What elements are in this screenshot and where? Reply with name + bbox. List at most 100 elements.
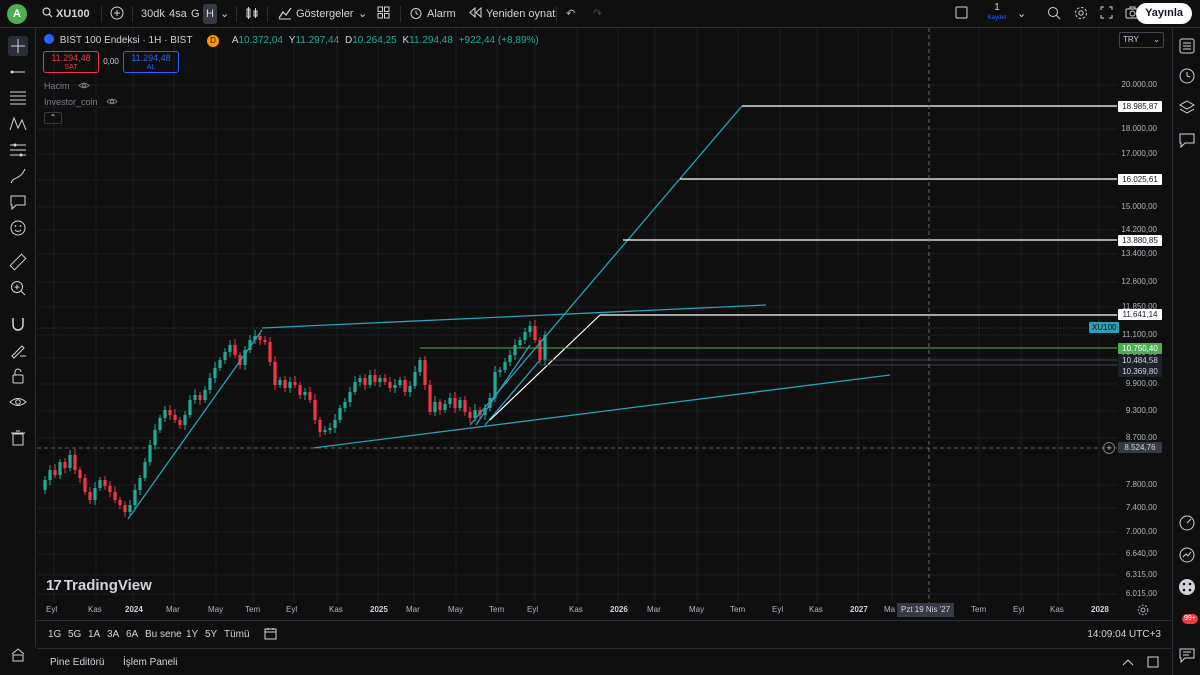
pattern-icon[interactable] (8, 114, 28, 134)
candle-body (143, 462, 147, 478)
quick-search-button[interactable] (1047, 4, 1061, 24)
indicators-dropdown[interactable]: ⌄ (358, 4, 367, 24)
chat-icon[interactable] (1178, 131, 1196, 149)
tab-pine-editor[interactable]: Pine Editörü (50, 657, 104, 668)
replay-button[interactable]: Yeniden oynat (469, 4, 555, 24)
open-value: 10.372,04 (238, 35, 283, 46)
range-5y[interactable]: 5Y (205, 629, 217, 640)
time-tick-label: 2027 (850, 605, 868, 614)
timeframe-4h[interactable]: 4sa (169, 4, 187, 24)
range-1y[interactable]: 1Y (186, 629, 198, 640)
redo-button[interactable]: ↷ (593, 4, 602, 24)
candle-body (73, 455, 77, 470)
eye-icon[interactable] (8, 392, 28, 412)
redo-icon: ↷ (593, 8, 603, 20)
user-avatar[interactable]: A (7, 4, 27, 24)
trend-line-icon[interactable] (8, 62, 28, 82)
layout-select-button[interactable] (955, 4, 968, 24)
undo-button[interactable]: ↶ (566, 4, 575, 24)
publish-button[interactable]: Yayınla (1136, 3, 1192, 24)
text-note-icon[interactable] (8, 192, 28, 212)
candle-body (338, 408, 342, 420)
tab-trading-panel[interactable]: İşlem Paneli (123, 657, 177, 668)
layers-icon[interactable] (1178, 99, 1196, 117)
range-3m[interactable]: 3A (107, 629, 119, 640)
add-alert-plus-icon[interactable]: + (1103, 442, 1115, 454)
chevron-down-icon: ⌄ (220, 8, 230, 20)
lock-icon[interactable] (8, 366, 28, 386)
candle-body (328, 428, 332, 430)
range-ytd[interactable]: Bu sene (145, 629, 182, 640)
apps-grid-icon[interactable] (1178, 578, 1196, 596)
time-tick-label: 2024 (125, 605, 143, 614)
trend-line[interactable] (475, 344, 531, 426)
range-6m[interactable]: 6A (126, 629, 138, 640)
brush-icon[interactable] (8, 166, 28, 186)
crosshair-icon[interactable] (8, 36, 28, 56)
trend-line[interactable] (484, 359, 541, 426)
fullscreen-icon (1100, 6, 1113, 19)
sell-button[interactable]: 11.294,48 SAT (43, 51, 99, 73)
change-value: +922,44 (+8,89%) (458, 35, 539, 46)
candle-body (418, 360, 422, 372)
fib-lines-icon[interactable] (8, 88, 28, 108)
range-all[interactable]: Tümü (224, 629, 250, 640)
clock-timezone[interactable]: 14:09:04 UTC+3 (1087, 629, 1161, 640)
help-icon[interactable] (1178, 646, 1196, 664)
time-tick-label: Tem (971, 605, 987, 614)
candle-body (353, 382, 357, 392)
price-tick-label: 9.900,00 (1125, 379, 1157, 388)
currency-select[interactable]: TRY ⌄ (1119, 32, 1164, 48)
candle-body (63, 462, 67, 468)
magnet-icon[interactable] (8, 314, 28, 334)
date-range-icon[interactable] (264, 627, 277, 640)
settings-button[interactable] (1074, 4, 1088, 24)
price-tick-label: 13.400,00 (1121, 249, 1157, 258)
indicator-investor-coin[interactable]: Investor_coin (44, 97, 118, 107)
forecast-icon[interactable] (8, 140, 28, 160)
indicators-button[interactable]: Göstergeler (278, 4, 353, 24)
compare-symbol-button[interactable] (110, 4, 124, 24)
eye-off-icon[interactable] (106, 97, 118, 106)
buy-button[interactable]: 11.294,48 AL (123, 51, 179, 73)
range-1d[interactable]: 1G (48, 629, 61, 640)
emoji-icon[interactable] (8, 218, 28, 238)
candle-body (173, 415, 177, 420)
eye-off-icon[interactable] (78, 81, 90, 90)
zoom-in-icon[interactable] (8, 278, 28, 298)
trash-icon[interactable] (8, 428, 28, 448)
save-layout-button[interactable]: 1 Kaydet (984, 3, 1010, 23)
candle-body (268, 342, 272, 362)
channel-upper-line[interactable] (261, 304, 767, 329)
ruler-icon[interactable] (8, 252, 28, 272)
layout-dropdown[interactable]: ⌄ (1017, 4, 1026, 24)
range-5d[interactable]: 5G (68, 629, 81, 640)
hotlist-icon[interactable] (1178, 546, 1196, 564)
symbol-search[interactable]: XU100 (42, 4, 90, 24)
timeframe-1w[interactable]: H (203, 4, 217, 24)
candle-body (378, 378, 382, 382)
watchlist-icon[interactable] (1178, 37, 1196, 55)
timeframe-30m[interactable]: 30dk (141, 4, 165, 24)
alerts-clock-icon[interactable] (1178, 67, 1196, 85)
chevron-up-icon[interactable] (1122, 657, 1134, 667)
maximize-panel-icon[interactable] (1147, 656, 1159, 668)
indicator-volume[interactable]: Hacim (44, 81, 90, 91)
timeframe-1d[interactable]: G (191, 4, 200, 24)
layouts-button[interactable] (377, 4, 390, 24)
time-tick-label: Eyl (772, 605, 784, 614)
collapse-legend-button[interactable]: ⌃ (44, 112, 62, 124)
hide-panel-icon[interactable] (8, 645, 28, 665)
chart-type-button[interactable] (245, 4, 259, 24)
price-chart[interactable] (37, 28, 1117, 603)
fullscreen-button[interactable] (1100, 4, 1113, 24)
timezone-settings-icon[interactable] (1137, 604, 1149, 616)
draw-lock-icon[interactable] (8, 340, 28, 360)
price-tick-label: 18.000,00 (1121, 124, 1157, 133)
candle-body (433, 402, 437, 412)
range-1m[interactable]: 1A (88, 629, 100, 640)
speed-gauge-icon[interactable] (1178, 514, 1196, 532)
symbol-title[interactable]: BIST 100 Endeksi · 1H · BIST (60, 35, 192, 46)
alarm-button[interactable]: Alarm (409, 4, 456, 24)
timeframe-dropdown[interactable]: ⌄ (220, 4, 229, 24)
